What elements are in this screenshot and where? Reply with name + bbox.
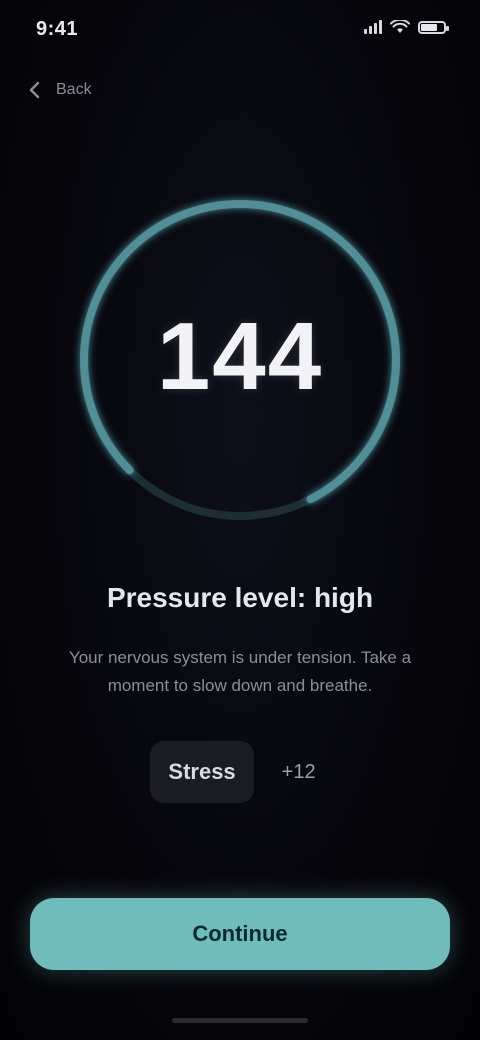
continue-button[interactable]: Continue xyxy=(30,898,450,970)
status-time: 9:41 xyxy=(36,18,79,40)
result-title: Pressure level: high xyxy=(106,582,374,613)
result-chips: Stress +12 xyxy=(120,740,360,804)
home-indicator xyxy=(172,1018,308,1023)
pressure-gauge: 144 xyxy=(70,190,410,530)
battery-fill xyxy=(421,23,437,31)
signal-icon xyxy=(364,20,382,34)
wifi-icon xyxy=(390,20,410,33)
status-bar: 9:41 xyxy=(0,0,480,60)
result-description: Your nervous system is under tension. Ta… xyxy=(68,648,412,695)
app-screen: 9:41 Back 144 Pressure level: high Your … xyxy=(0,0,480,1040)
status-icons xyxy=(364,20,449,34)
gauge-value: 144 xyxy=(156,303,324,410)
header[interactable]: Back xyxy=(24,74,92,106)
chip-secondary: +12 xyxy=(281,760,316,783)
chevron-left-icon[interactable] xyxy=(24,80,44,100)
back-label[interactable]: Back xyxy=(56,81,92,99)
battery-icon xyxy=(418,20,449,34)
chip-primary[interactable]: Stress xyxy=(150,741,254,803)
